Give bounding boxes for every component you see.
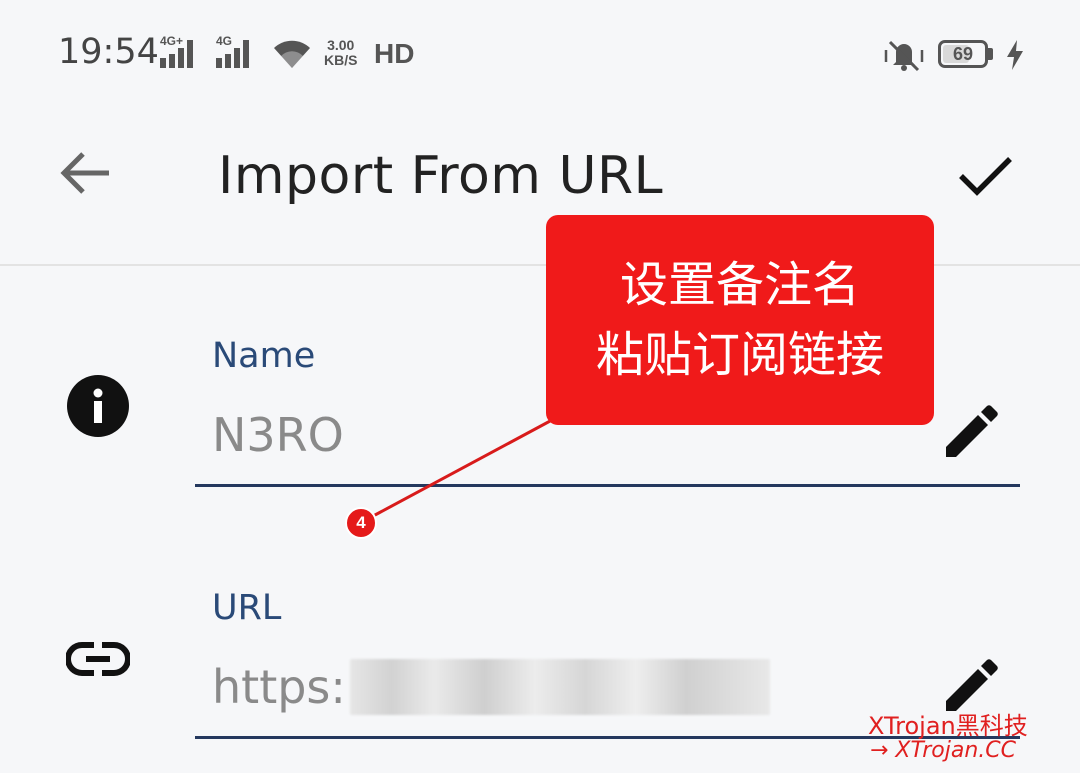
watermark-site: → XTrojan.CC	[870, 738, 1016, 763]
annotation-callout: 设置备注名 粘贴订阅链接	[546, 215, 934, 425]
callout-line-1: 设置备注名	[619, 257, 860, 313]
callout-line-2: 粘贴订阅链接	[595, 327, 884, 383]
step-badge: 4	[345, 507, 377, 539]
watermark-brand: XTrojan黑科技	[868, 712, 1028, 740]
